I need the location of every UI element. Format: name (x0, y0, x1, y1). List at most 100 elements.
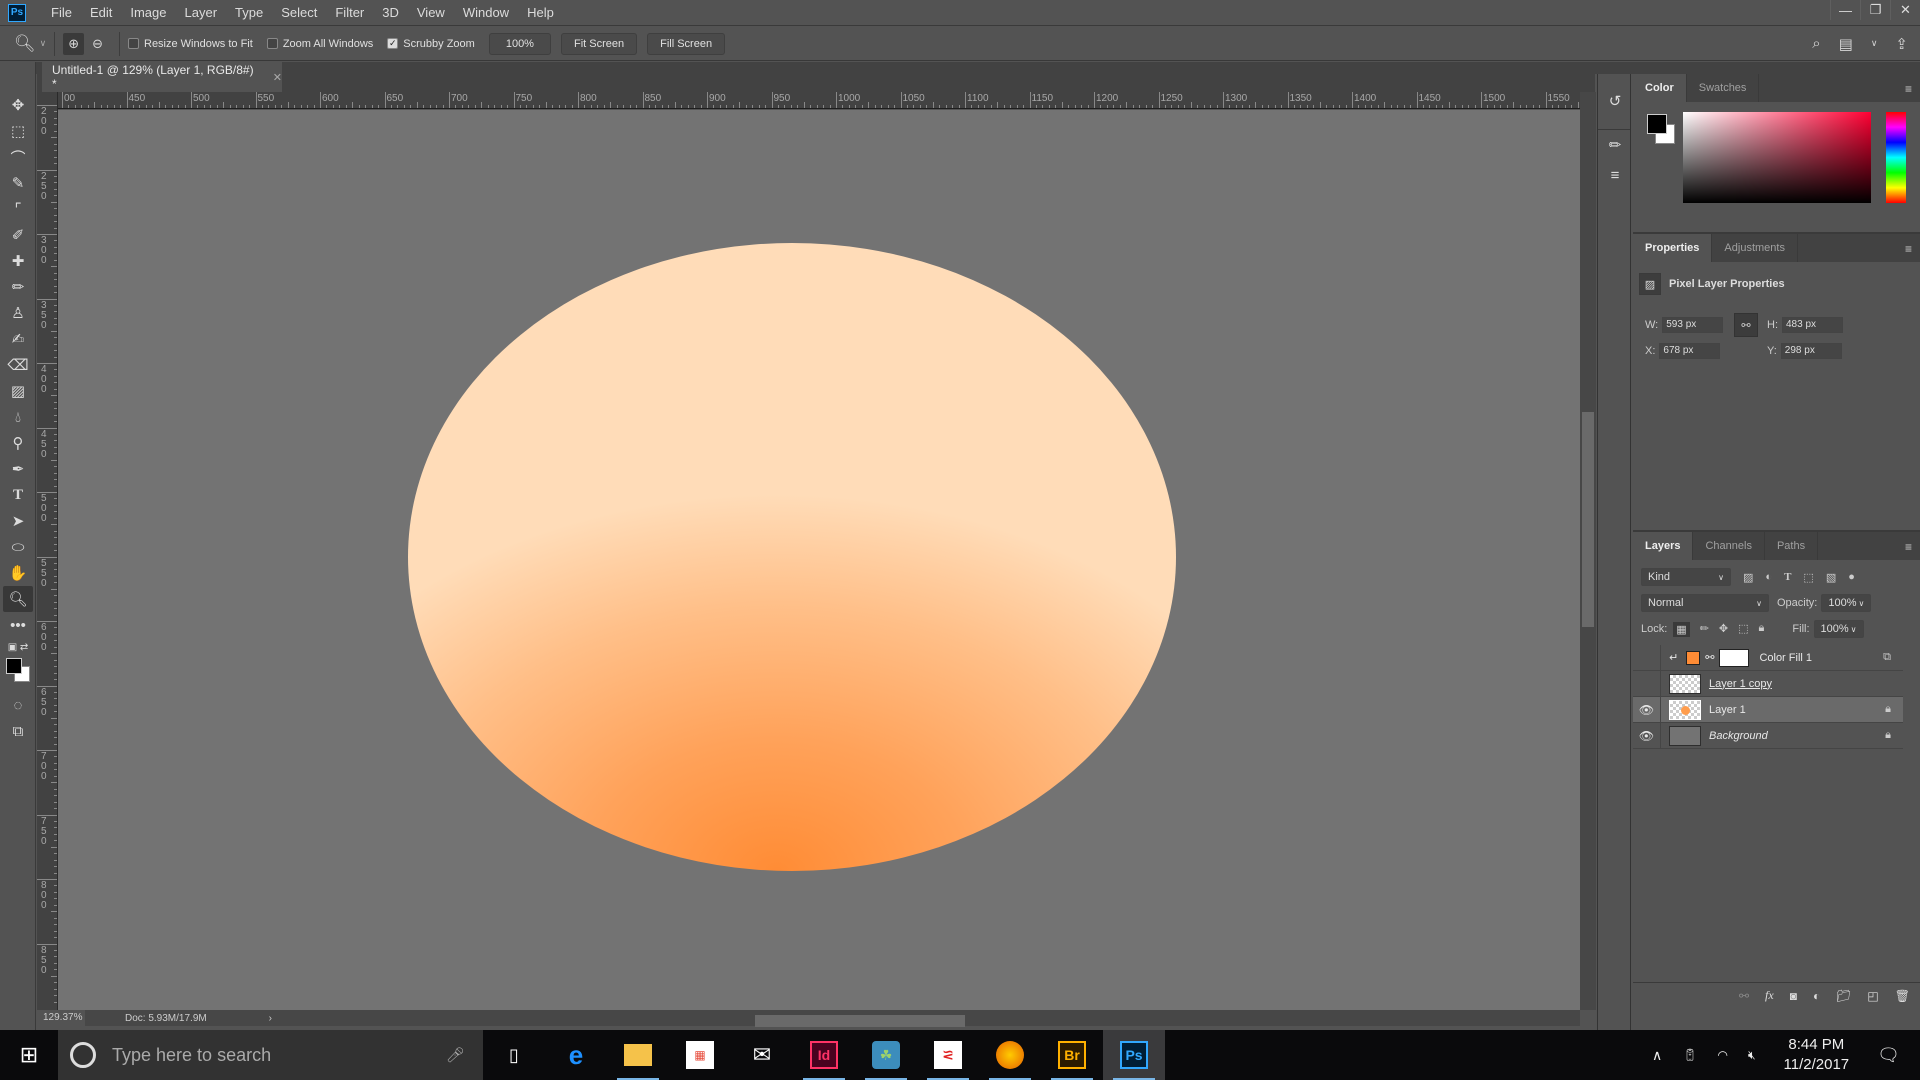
filter-type-icon[interactable]: T (1784, 571, 1791, 584)
tab-color[interactable]: Color (1633, 74, 1687, 102)
tab-adjustments[interactable]: Adjustments (1712, 234, 1798, 262)
show-hidden-icons-icon[interactable]: ∧ (1652, 1047, 1662, 1064)
color-picker-field[interactable] (1683, 112, 1871, 203)
layer-name[interactable]: Layer 1 (1709, 704, 1746, 716)
quick-select-tool-icon[interactable]: ✎ (0, 170, 36, 196)
layer-mask-thumbnail[interactable] (1719, 648, 1750, 667)
add-mask-icon[interactable]: ◙ (1790, 989, 1797, 1003)
zoom-level-field[interactable]: 129.37% (37, 1010, 85, 1026)
menu-edit[interactable]: Edit (81, 0, 121, 26)
action-center-icon[interactable]: 🗨︎ (1877, 1045, 1900, 1066)
firefox-icon[interactable] (979, 1030, 1041, 1080)
chevron-down-icon[interactable]: ∨ (40, 38, 47, 49)
opacity-input[interactable]: 100% ∨ (1821, 594, 1872, 612)
checkmark-icon[interactable]: ✓ (387, 38, 399, 49)
filter-kind-dropdown[interactable]: Kind ∨ (1641, 568, 1731, 586)
menu-file[interactable]: File (42, 0, 81, 26)
healing-brush-tool-icon[interactable]: ✚ (0, 248, 36, 274)
layer-name[interactable]: Color Fill 1 (1759, 652, 1812, 664)
panel-menu-icon[interactable]: ≡ (1905, 82, 1912, 96)
fx-icon[interactable]: fx (1765, 988, 1774, 1003)
new-group-icon[interactable]: 📁︎ (1836, 989, 1851, 1003)
lock-all-icon[interactable]: 🔒︎ (1759, 622, 1765, 637)
ellipse-tool-icon[interactable]: ⬭ (0, 534, 36, 560)
hue-slider[interactable] (1886, 112, 1906, 203)
bridge-icon[interactable]: Br (1041, 1030, 1103, 1080)
adjustment-layer-icon[interactable]: ◐ (1813, 989, 1820, 1003)
history-panel-icon[interactable]: ↺ (1598, 86, 1632, 116)
layer-row[interactable]: ↵ ⚯ Color Fill 1 ⧉ (1633, 644, 1903, 671)
workspace-icon[interactable]: ▤ (1839, 35, 1853, 53)
layer-name[interactable]: Background (1709, 730, 1768, 742)
fill-color-swatch[interactable] (1686, 650, 1701, 665)
x-input[interactable]: 678 px (1659, 343, 1721, 359)
clone-stamp-tool-icon[interactable]: ♙ (0, 300, 36, 326)
y-input[interactable]: 298 px (1780, 343, 1842, 359)
menu-help[interactable]: Help (518, 0, 563, 26)
filter-pixel-icon[interactable]: ▨ (1743, 571, 1753, 584)
share-icon[interactable]: ⇪ (1895, 35, 1908, 53)
clock[interactable]: 8:44 PM 11/2/2017 (1784, 1035, 1850, 1075)
close-button[interactable]: ✕ (1890, 0, 1920, 20)
mask-link-icon[interactable]: ⚯ (1705, 651, 1714, 664)
lock-position-icon[interactable]: ✥ (1719, 622, 1728, 637)
panel-menu-icon[interactable]: ≡ (1905, 540, 1912, 554)
horizontal-ruler[interactable]: 00 450 500 550 600 650 700 750 800 850 900 950 1000 1… (58, 92, 1580, 109)
zoom-tool-icon[interactable]: 🔍︎ (3, 586, 33, 612)
mail-icon[interactable]: ✉ (731, 1030, 793, 1080)
move-tool-icon[interactable]: ✥ (0, 92, 36, 118)
hand-tool-icon[interactable]: ✋ (0, 560, 36, 586)
foreground-color-swatch[interactable] (1647, 114, 1667, 134)
link-layers-icon[interactable]: ⚯ (1739, 989, 1749, 1003)
trash-icon[interactable]: 🗑︎ (1895, 989, 1910, 1003)
link-dimensions-icon[interactable]: ⚯ (1734, 313, 1758, 337)
orange-ellipse-layer[interactable] (408, 243, 1176, 871)
eye-icon[interactable]: 👁︎ (1633, 722, 1661, 749)
blend-mode-dropdown[interactable]: Normal ∨ (1641, 594, 1769, 612)
chevron-down-icon[interactable]: ∨ (1871, 38, 1878, 49)
horizontal-scroll-thumb[interactable] (755, 1015, 965, 1027)
lock-artboard-icon[interactable]: ⬚ (1738, 622, 1748, 637)
filter-shape-icon[interactable]: ⬚ (1803, 571, 1813, 584)
battery-icon[interactable]: 🔋︎ (1682, 1048, 1697, 1062)
filter-smart-object-icon[interactable]: ▧ (1826, 571, 1836, 584)
taskbar-search-box[interactable]: Type here to search 🎤︎ (58, 1030, 483, 1080)
tab-swatches[interactable]: Swatches (1687, 74, 1760, 102)
indesign-icon[interactable]: Id (793, 1030, 855, 1080)
gradient-tool-icon[interactable]: ▨ (0, 378, 36, 404)
doc-size-info[interactable]: Doc: 5.93M/17.9M (125, 1013, 207, 1024)
checkbox-box[interactable] (128, 38, 139, 49)
eyedropper-tool-icon[interactable]: ✐ (0, 222, 36, 248)
zoom-all-windows-checkbox[interactable]: Zoom All Windows (266, 38, 373, 50)
cortana-icon[interactable] (70, 1042, 96, 1068)
pen-tool-icon[interactable]: ✒ (0, 456, 36, 482)
acrobat-icon[interactable]: ⪝ (917, 1030, 979, 1080)
fill-screen-button[interactable]: Fill Screen (647, 32, 726, 55)
tab-paths[interactable]: Paths (1765, 532, 1819, 560)
zoom-out-icon[interactable]: ⊖ (84, 33, 111, 55)
scrubby-zoom-checkbox[interactable]: ✓ Scrubby Zoom (387, 38, 475, 50)
canvas-area[interactable] (58, 110, 1580, 1010)
visibility-toggle-empty[interactable] (1633, 644, 1661, 671)
restore-button[interactable]: ❐ (1860, 0, 1890, 20)
chevron-right-icon[interactable]: › (269, 1013, 272, 1024)
menu-layer[interactable]: Layer (176, 0, 227, 26)
type-tool-icon[interactable]: T (0, 482, 36, 508)
zoom-in-icon[interactable]: ⊕ (63, 32, 85, 55)
task-view-icon[interactable]: ▯ (483, 1030, 545, 1080)
edge-icon[interactable]: e (545, 1030, 607, 1080)
photo-app-icon[interactable]: ☘ (855, 1030, 917, 1080)
tab-layers[interactable]: Layers (1633, 532, 1694, 560)
new-layer-icon[interactable]: ◰ (1867, 989, 1878, 1003)
microphone-icon[interactable]: 🎤︎ (446, 1046, 465, 1064)
default-colors-icon[interactable]: ▣ ⇄ (0, 638, 36, 656)
blur-tool-icon[interactable]: 💧︎ (0, 404, 36, 430)
brush-settings-icon[interactable]: ≡ (1598, 160, 1632, 190)
fit-screen-button[interactable]: Fit Screen (560, 32, 638, 55)
vertical-ruler[interactable]: 200 250 300 350 400 450 500 550 600 650 700 750 800 8… (37, 92, 58, 1010)
lock-pixels-icon[interactable]: ✏ (1700, 622, 1709, 637)
brush-tool-icon[interactable]: ✏ (0, 274, 36, 300)
windows-start-icon[interactable]: ⊞ (0, 1030, 58, 1080)
tab-properties[interactable]: Properties (1633, 234, 1713, 262)
tab-channels[interactable]: Channels (1693, 532, 1765, 560)
